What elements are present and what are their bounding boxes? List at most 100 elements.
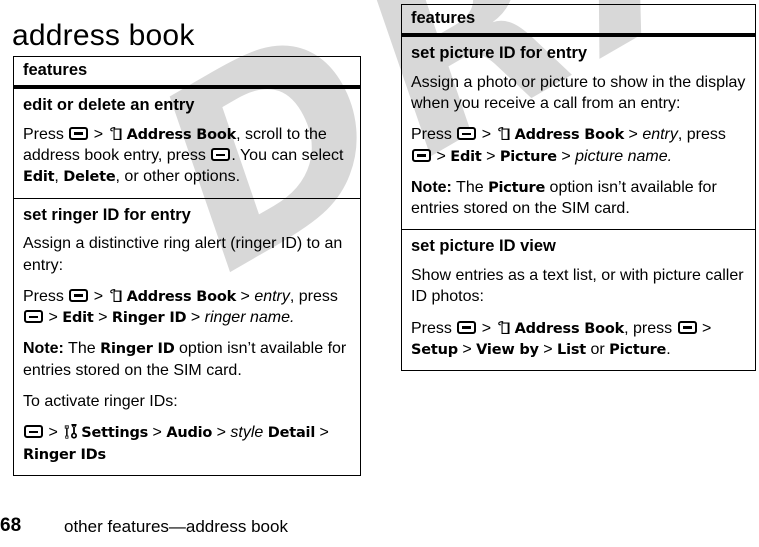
feature-name: set picture ID view: [411, 237, 556, 256]
instruction-text: >: [315, 424, 329, 442]
instruction-text: The: [63, 340, 101, 358]
menu-option-label: Ringer IDs: [23, 446, 106, 463]
instruction-text: Assign a distinctive ring alert (ringer …: [23, 235, 343, 274]
page-title: address book: [12, 19, 195, 53]
menu-option-label: Picture: [488, 179, 546, 196]
instruction-text: >: [236, 287, 255, 305]
address-book-icon: [109, 289, 122, 302]
menu-option-label: Audio: [166, 425, 213, 442]
note-label: Note:: [411, 178, 452, 196]
feature-name: set picture ID for entry: [411, 43, 588, 62]
menu-key-icon: [457, 320, 477, 334]
menu-key-icon: [69, 288, 89, 302]
instruction-text: >: [148, 424, 167, 442]
menu-option-label: Settings: [81, 425, 149, 442]
instruction-text: The: [451, 178, 489, 196]
menu-option-label: Address Book: [126, 288, 237, 305]
instruction-paragraph: To activate ringer IDs:: [23, 391, 351, 412]
menu-option-label: Detail: [267, 425, 316, 442]
feature-row: set ringer ID for entry Assign a distinct…: [14, 197, 360, 475]
menu-option-label: Picture: [609, 342, 667, 359]
menu-option-label: Edit: [450, 148, 482, 165]
menu-option-label: Setup: [411, 342, 458, 359]
instruction-text: >: [697, 319, 712, 337]
menu-option-label: List: [557, 342, 587, 359]
address-book-icon: [497, 320, 510, 334]
table-body: edit or delete an entry Press > Address B…: [14, 89, 360, 475]
instruction-paragraph: Assign a photo or picture to show in the…: [411, 72, 746, 115]
instruction-paragraph: Press > Address Book > entry, press > Ed…: [411, 124, 746, 167]
placeholder-term: ringer name.: [204, 309, 295, 327]
instruction-text: Press: [23, 125, 69, 143]
feature-row: set picture ID view Show entries as a tex…: [402, 229, 755, 370]
menu-option-label: Edit: [23, 169, 55, 186]
instruction-text: >: [186, 309, 205, 327]
instruction-text: Assign a photo or picture to show in the…: [411, 73, 746, 113]
placeholder-term: entry: [254, 287, 290, 305]
instruction-paragraph: Press > Address Book, press > Setup > Vi…: [411, 318, 746, 361]
instruction-text: Show entries as a text list, or with pic…: [411, 267, 744, 306]
menu-option-label: Delete: [63, 169, 116, 186]
features-table-left: features edit or delete an entry Press > …: [13, 56, 361, 476]
page-footer: 68 other features—address book: [0, 515, 759, 541]
menu-option-label: Address Book: [514, 320, 625, 337]
instruction-text: Press: [411, 126, 457, 144]
instruction-text: >: [212, 424, 231, 442]
manual-page: address book features edit or delete an …: [0, 0, 759, 547]
instruction-text: >: [538, 341, 558, 359]
menu-key-icon: [24, 310, 43, 324]
instruction-paragraph: Press > Address Book, scroll to the addr…: [23, 124, 351, 188]
placeholder-term: style: [230, 424, 264, 442]
placeholder-term: picture name.: [575, 147, 673, 165]
menu-key-icon: [677, 320, 697, 334]
footer-section-title: other features—address book: [64, 517, 288, 536]
address-book-icon: [109, 126, 122, 140]
table-header-features: features: [402, 5, 755, 37]
menu-option-label: Edit: [62, 310, 94, 327]
instruction-text: , press: [624, 319, 677, 337]
menu-option-label: Ringer ID: [111, 310, 187, 327]
instruction-paragraph: > Settings > Audio > style Detail > Ring…: [23, 422, 351, 465]
feature-row: edit or delete an entry Press > Address B…: [14, 89, 360, 198]
instruction-text: >: [89, 125, 108, 143]
menu-key-icon: [69, 126, 89, 140]
table-body: set picture ID for entry Assign a photo o…: [402, 37, 755, 370]
menu-key-icon: [412, 148, 431, 162]
feature-name: set ringer ID for entry: [23, 205, 191, 224]
instruction-paragraph: Press > Address Book > entry, press > Ed…: [23, 286, 351, 329]
instruction-text: To activate ringer IDs:: [23, 393, 178, 411]
instruction-text: >: [477, 126, 496, 144]
table-header-features: features: [14, 57, 360, 89]
menu-option-label: View by: [476, 342, 539, 359]
instruction-paragraph: Note: The Ringer ID option isn’t availab…: [23, 338, 351, 381]
instruction-text: , press: [677, 126, 726, 144]
instruction-text: >: [44, 309, 63, 327]
settings-tools-icon: [65, 424, 78, 439]
menu-option-label: Picture: [499, 148, 557, 165]
page-number: 68: [0, 515, 22, 536]
instruction-text: >: [44, 424, 63, 442]
features-table-right: features set picture ID for entry Assign …: [401, 4, 756, 372]
feature-name: edit or delete an entry: [23, 95, 195, 114]
instruction-text: >: [432, 147, 451, 165]
menu-option-label: Address Book: [126, 126, 237, 143]
instruction-text: >: [89, 287, 108, 305]
instruction-text: Press: [23, 287, 69, 305]
instruction-paragraph: Show entries as a text list, or with pic…: [411, 265, 746, 308]
instruction-text: >: [93, 309, 112, 327]
instruction-paragraph: Assign a distinctive ring alert (ringer …: [23, 233, 351, 276]
menu-key-icon: [24, 425, 43, 439]
menu-key-icon: [457, 127, 477, 141]
instruction-text: Press: [411, 319, 457, 337]
instruction-text: , or other options.: [115, 168, 241, 186]
instruction-text: >: [477, 319, 496, 337]
address-book-icon: [497, 127, 510, 141]
instruction-text: . You can select: [231, 147, 344, 165]
menu-key-icon: [211, 148, 231, 162]
instruction-text: >: [457, 341, 477, 359]
note-label: Note:: [23, 340, 64, 358]
feature-row: set picture ID for entry Assign a photo o…: [402, 37, 755, 229]
instruction-text: .: [666, 341, 671, 359]
instruction-text: , press: [289, 287, 338, 305]
placeholder-term: entry: [642, 126, 678, 144]
